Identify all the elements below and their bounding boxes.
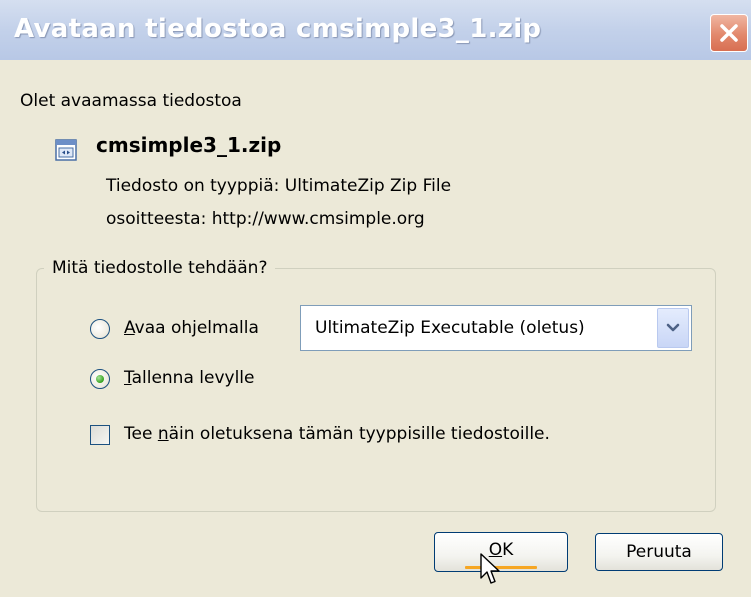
file-type-row: Tiedosto on tyyppiä: UltimateZip Zip Fil… — [106, 176, 451, 196]
save-to-disk-label[interactable]: Tallenna levylle — [124, 368, 254, 388]
chevron-down-icon — [666, 323, 680, 332]
application-select-arrow[interactable] — [657, 308, 689, 348]
action-group-legend: Mitä tiedostolle tehdään? — [44, 258, 276, 278]
file-type-value: UltimateZip Zip File — [284, 176, 452, 196]
default-action-text-before: Tee — [124, 424, 158, 444]
default-action-text-after: äin oletuksena tämän tyyppisille tiedost… — [168, 424, 550, 444]
ok-button-label-rest: K — [502, 540, 514, 560]
application-select-value: UltimateZip Executable (oletus) — [315, 318, 585, 338]
open-with-label-text: vaa ohjelmalla — [134, 318, 259, 338]
save-to-disk-radio[interactable] — [90, 369, 110, 389]
file-type-label: Tiedosto on tyyppiä: — [106, 176, 280, 196]
save-to-disk-mnemonic: T — [124, 368, 132, 388]
window-title: Avataan tiedostoa cmsimple3_1.zip — [14, 14, 542, 44]
file-source-value: http://www.cmsimple.org — [211, 209, 425, 229]
intro-text: Olet avaamassa tiedostoa — [20, 91, 242, 111]
close-icon — [720, 24, 738, 42]
default-action-checkbox[interactable] — [90, 425, 110, 445]
mouse-pointer-icon — [480, 553, 500, 584]
file-source-row: osoitteesta: http://www.cmsimple.org — [106, 209, 425, 229]
save-to-disk-label-text: allenna levylle — [131, 368, 255, 388]
radio-selected-dot — [96, 375, 104, 383]
cancel-button[interactable]: Peruuta — [595, 533, 723, 571]
application-select[interactable]: UltimateZip Executable (oletus) — [300, 305, 692, 351]
open-with-radio[interactable] — [90, 319, 110, 339]
file-name: cmsimple3_1.zip — [96, 133, 282, 157]
zip-file-icon — [55, 139, 77, 161]
default-action-mnemonic: n — [157, 424, 169, 444]
close-button[interactable] — [710, 14, 748, 52]
open-with-label[interactable]: Avaa ohjelmalla — [124, 318, 259, 338]
open-with-mnemonic: A — [124, 318, 135, 338]
title-bar[interactable]: Avataan tiedostoa cmsimple3_1.zip — [0, 0, 751, 60]
default-action-label[interactable]: Tee näin oletuksena tämän tyyppisille ti… — [124, 424, 550, 444]
file-source-label: osoitteesta: — [106, 209, 207, 229]
